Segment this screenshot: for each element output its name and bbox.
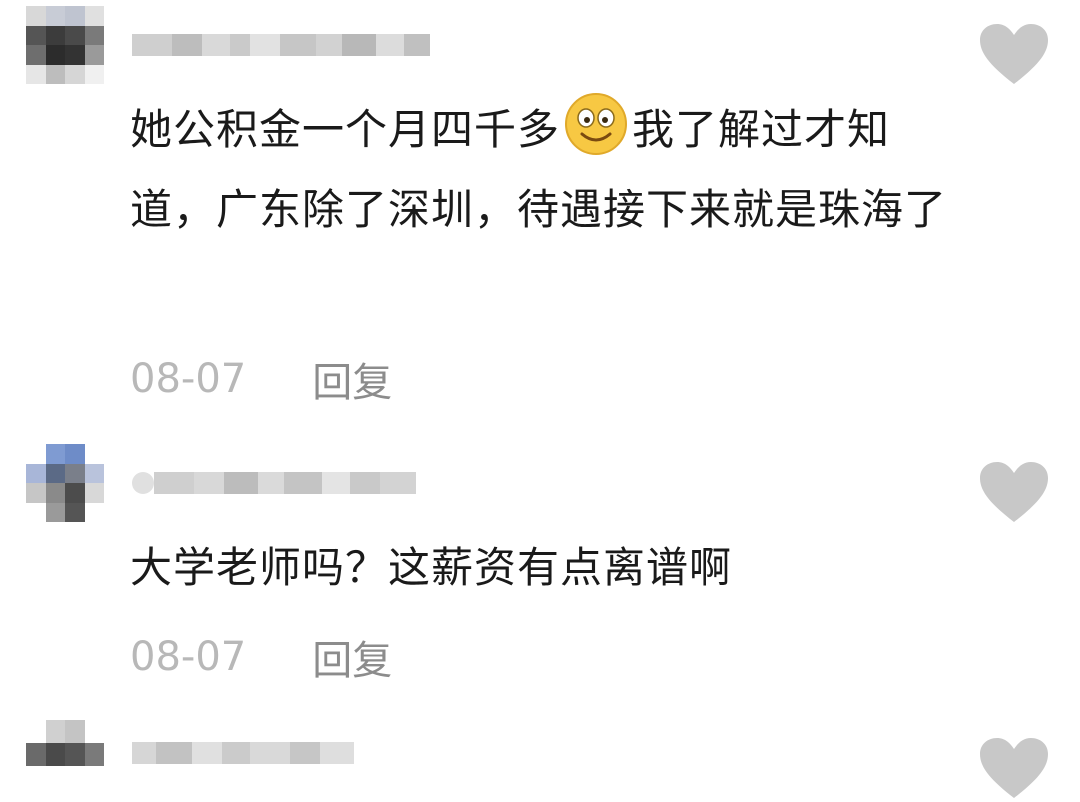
username-blurred[interactable]: [132, 730, 354, 776]
comment-date: 08-07: [130, 356, 247, 402]
username-blurred[interactable]: [132, 460, 416, 506]
comment-meta: 08-07 回复: [130, 350, 392, 408]
comment-meta: 08-07 回复: [130, 628, 392, 686]
smile-emoji-icon: [565, 93, 628, 155]
heart-icon[interactable]: [978, 460, 1050, 526]
username-blurred[interactable]: [132, 22, 430, 68]
comment-date: 08-07: [130, 634, 247, 680]
comment-text: 她公积金一个月四千多 我了解过才知道，广东除了深圳，待遇接下来就是珠海了: [130, 90, 950, 250]
comment-text-part: 她公积金一个月四千多: [130, 105, 561, 154]
heart-icon[interactable]: [978, 736, 1050, 802]
heart-icon[interactable]: [978, 22, 1050, 88]
avatar[interactable]: [26, 720, 104, 766]
comment-text: 大学老师吗？这薪资有点离谱啊: [130, 543, 733, 592]
avatar[interactable]: [26, 6, 104, 84]
reply-button[interactable]: 回复: [312, 628, 392, 686]
avatar[interactable]: [26, 444, 104, 522]
reply-button[interactable]: 回复: [312, 350, 392, 408]
